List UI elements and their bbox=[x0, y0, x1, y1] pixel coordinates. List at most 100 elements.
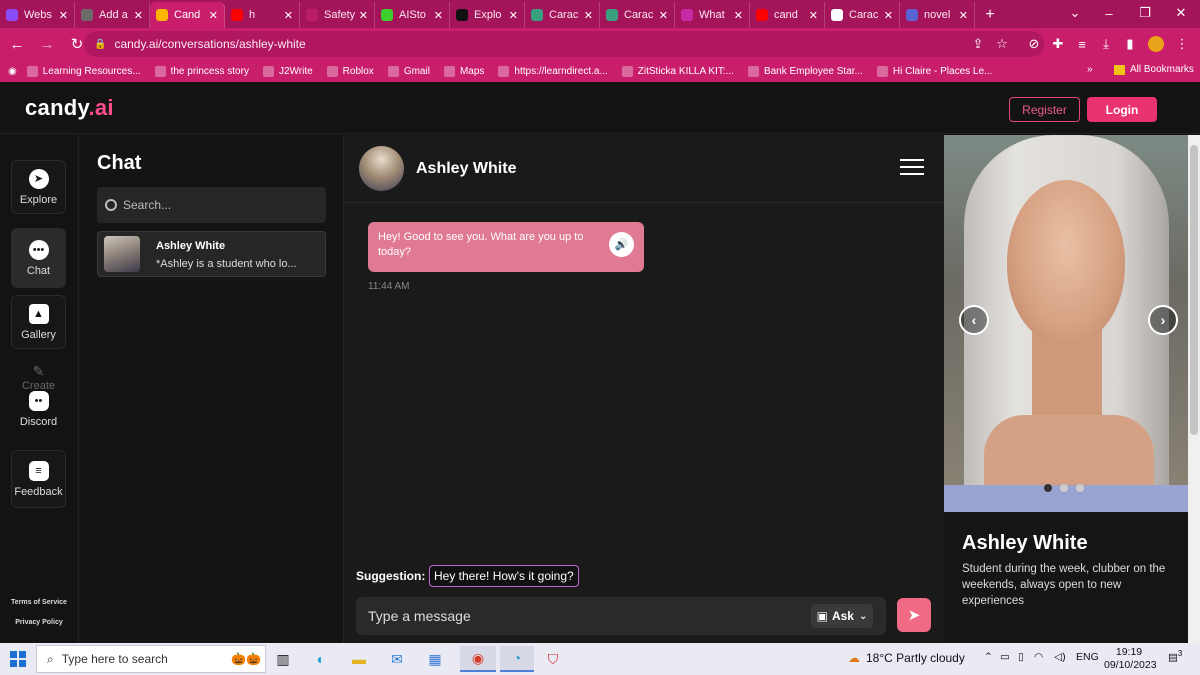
tab-close-icon[interactable]: ✕ bbox=[359, 9, 368, 22]
browser-tab[interactable]: Add a ✕ bbox=[75, 2, 150, 28]
more-bookmarks-chevron[interactable]: » bbox=[1087, 64, 1093, 75]
sidebar-toggle-icon[interactable]: ▮ bbox=[1118, 28, 1142, 60]
bookmark-item[interactable]: J2Write bbox=[262, 65, 313, 77]
ask-dropdown[interactable]: ▣ Ask ⌄ bbox=[811, 604, 873, 628]
carousel-next-icon[interactable]: › bbox=[1148, 305, 1178, 335]
taskbar-search-input[interactable]: ⌕ Type here to search 🎃🎃 bbox=[36, 645, 266, 673]
browser-tab[interactable]: AISto ✕ bbox=[375, 2, 450, 28]
new-tab-button[interactable]: + bbox=[975, 2, 1005, 28]
mail-icon[interactable]: ✉ bbox=[382, 646, 412, 672]
carousel-dot[interactable] bbox=[1044, 484, 1052, 492]
store-icon[interactable]: ▦ bbox=[420, 646, 450, 672]
browser-tab[interactable]: Carac ✕ bbox=[600, 2, 675, 28]
edge-icon[interactable]: ◐ bbox=[306, 646, 336, 672]
weather-widget[interactable]: ☁ 18°C Partly cloudy bbox=[848, 651, 965, 665]
page-scrollbar[interactable] bbox=[1188, 135, 1200, 643]
tab-close-icon[interactable]: ✕ bbox=[434, 9, 443, 22]
nav-feedback[interactable]: ≡ Feedback bbox=[11, 450, 66, 508]
tab-close-icon[interactable]: ✕ bbox=[734, 9, 743, 22]
bookmark-item[interactable]: Learning Resources... bbox=[26, 65, 141, 77]
bookmark-item[interactable]: Bank Employee Star... bbox=[747, 65, 863, 77]
chat-avatar[interactable] bbox=[359, 146, 404, 191]
scrollbar-thumb[interactable] bbox=[1190, 145, 1198, 435]
tab-close-icon[interactable]: ✕ bbox=[59, 9, 68, 22]
puzzle-icon[interactable]: ✚ bbox=[1046, 28, 1070, 60]
bookmark-item[interactable]: the princess story bbox=[154, 65, 249, 77]
system-clock[interactable]: 19:19 09/10/2023 bbox=[1104, 646, 1157, 672]
nav-discord[interactable]: •• Discord bbox=[11, 387, 66, 432]
nav-explore[interactable]: ➤ Explore bbox=[11, 160, 66, 214]
windows-start-icon[interactable] bbox=[10, 651, 26, 667]
tab-close-icon[interactable]: ✕ bbox=[284, 9, 293, 22]
carousel-dot[interactable] bbox=[1060, 484, 1068, 492]
file-explorer-icon[interactable]: ▬ bbox=[344, 646, 374, 672]
tab-close-icon[interactable]: ✕ bbox=[209, 9, 218, 22]
browser-tab[interactable]: Webs ✕ bbox=[0, 2, 75, 28]
carousel-dot[interactable] bbox=[1076, 484, 1084, 492]
app-icon[interactable]: ◔ bbox=[500, 646, 534, 672]
tab-search-chevron-icon[interactable]: ⌄ bbox=[1058, 0, 1092, 26]
display-icon[interactable]: ▯ bbox=[1018, 651, 1024, 663]
tab-close-icon[interactable]: ✕ bbox=[584, 9, 593, 22]
back-arrow-icon[interactable]: ← bbox=[4, 31, 30, 57]
browser-tab[interactable]: Cand ✕ bbox=[150, 2, 225, 28]
bookmark-star-icon[interactable]: ☆ bbox=[990, 28, 1014, 60]
volume-icon[interactable]: ◁) bbox=[1054, 651, 1066, 663]
more-menu-icon[interactable]: ⋮ bbox=[1170, 28, 1194, 60]
minimize-button[interactable]: – bbox=[1092, 0, 1126, 26]
tab-close-icon[interactable]: ✕ bbox=[134, 9, 143, 22]
share-icon[interactable]: ⇪ bbox=[966, 28, 990, 60]
site-logo[interactable]: candy.ai bbox=[25, 95, 114, 121]
browser-tab[interactable]: What ✕ bbox=[675, 2, 750, 28]
tab-close-icon[interactable]: ✕ bbox=[884, 9, 893, 22]
battery-icon[interactable]: ▭ bbox=[1000, 651, 1010, 663]
register-button[interactable]: Register bbox=[1009, 97, 1080, 122]
tab-close-icon[interactable]: ✕ bbox=[809, 9, 818, 22]
conversation-item[interactable]: Ashley White *Ashley is a student who lo… bbox=[97, 231, 326, 277]
browser-tab[interactable]: Carac ✕ bbox=[825, 2, 900, 28]
extension-icon[interactable]: ⊘ bbox=[1022, 28, 1046, 60]
message-input[interactable] bbox=[368, 606, 788, 626]
restore-button[interactable]: ❐ bbox=[1128, 0, 1162, 26]
download-icon[interactable]: ⤓ bbox=[1094, 28, 1118, 60]
chat-search-input[interactable]: Search... bbox=[97, 187, 326, 223]
menu-toggle-icon[interactable] bbox=[900, 159, 924, 179]
bookmark-item[interactable]: Gmail bbox=[387, 65, 430, 77]
tab-close-icon[interactable]: ✕ bbox=[659, 9, 668, 22]
tab-close-icon[interactable]: ✕ bbox=[509, 9, 518, 22]
tab-close-icon[interactable]: ✕ bbox=[959, 9, 968, 22]
browser-tab[interactable]: novel ✕ bbox=[900, 2, 975, 28]
bookmark-item[interactable]: Maps bbox=[443, 65, 484, 77]
forward-arrow-icon[interactable]: → bbox=[34, 31, 60, 57]
globe-icon[interactable]: ◉ bbox=[8, 66, 17, 77]
speaker-icon[interactable]: 🔊 bbox=[609, 232, 634, 257]
tray-chevron-icon[interactable]: ⌃ bbox=[984, 651, 993, 663]
media-queue-icon[interactable]: ≡ bbox=[1070, 28, 1094, 60]
bookmark-item[interactable]: Hi Claire - Places Le... bbox=[876, 65, 992, 77]
terms-of-service-link[interactable]: Terms of Service bbox=[0, 599, 78, 606]
nav-gallery[interactable]: ▲ Gallery bbox=[11, 295, 66, 349]
task-view-icon[interactable]: ▥ bbox=[268, 646, 298, 672]
chrome-icon[interactable]: ◉ bbox=[460, 646, 496, 672]
wifi-icon[interactable]: ◠ bbox=[1034, 651, 1043, 663]
close-window-button[interactable]: ✕ bbox=[1164, 0, 1198, 26]
notifications-icon[interactable]: ▤3 bbox=[1168, 649, 1182, 664]
all-bookmarks-folder[interactable]: All Bookmarks bbox=[1114, 64, 1194, 75]
browser-tab[interactable]: Explo ✕ bbox=[450, 2, 525, 28]
language-indicator[interactable]: ENG bbox=[1076, 651, 1099, 663]
suggestion-chip[interactable]: Hey there! How's it going? bbox=[429, 565, 579, 587]
browser-tab[interactable]: Carac ✕ bbox=[525, 2, 600, 28]
url-field[interactable]: 🔒 candy.ai/conversations/ashley-white bbox=[84, 31, 1044, 57]
carousel-prev-icon[interactable]: ‹ bbox=[959, 305, 989, 335]
profile-avatar[interactable] bbox=[1144, 28, 1168, 60]
bookmark-item[interactable]: https://learndirect.a... bbox=[498, 65, 608, 77]
nav-chat[interactable]: ••• Chat bbox=[11, 228, 66, 288]
security-shield-icon[interactable]: ⛉ bbox=[538, 646, 568, 672]
browser-tab[interactable]: h ✕ bbox=[225, 2, 300, 28]
bookmark-item[interactable]: Roblox bbox=[326, 65, 374, 77]
login-button[interactable]: Login bbox=[1087, 97, 1157, 122]
send-button[interactable]: ➤ bbox=[897, 598, 931, 632]
bookmark-item[interactable]: ZitSticka KILLA KIT:... bbox=[621, 65, 734, 77]
privacy-policy-link[interactable]: Privacy Policy bbox=[0, 619, 78, 626]
browser-tab[interactable]: cand ✕ bbox=[750, 2, 825, 28]
